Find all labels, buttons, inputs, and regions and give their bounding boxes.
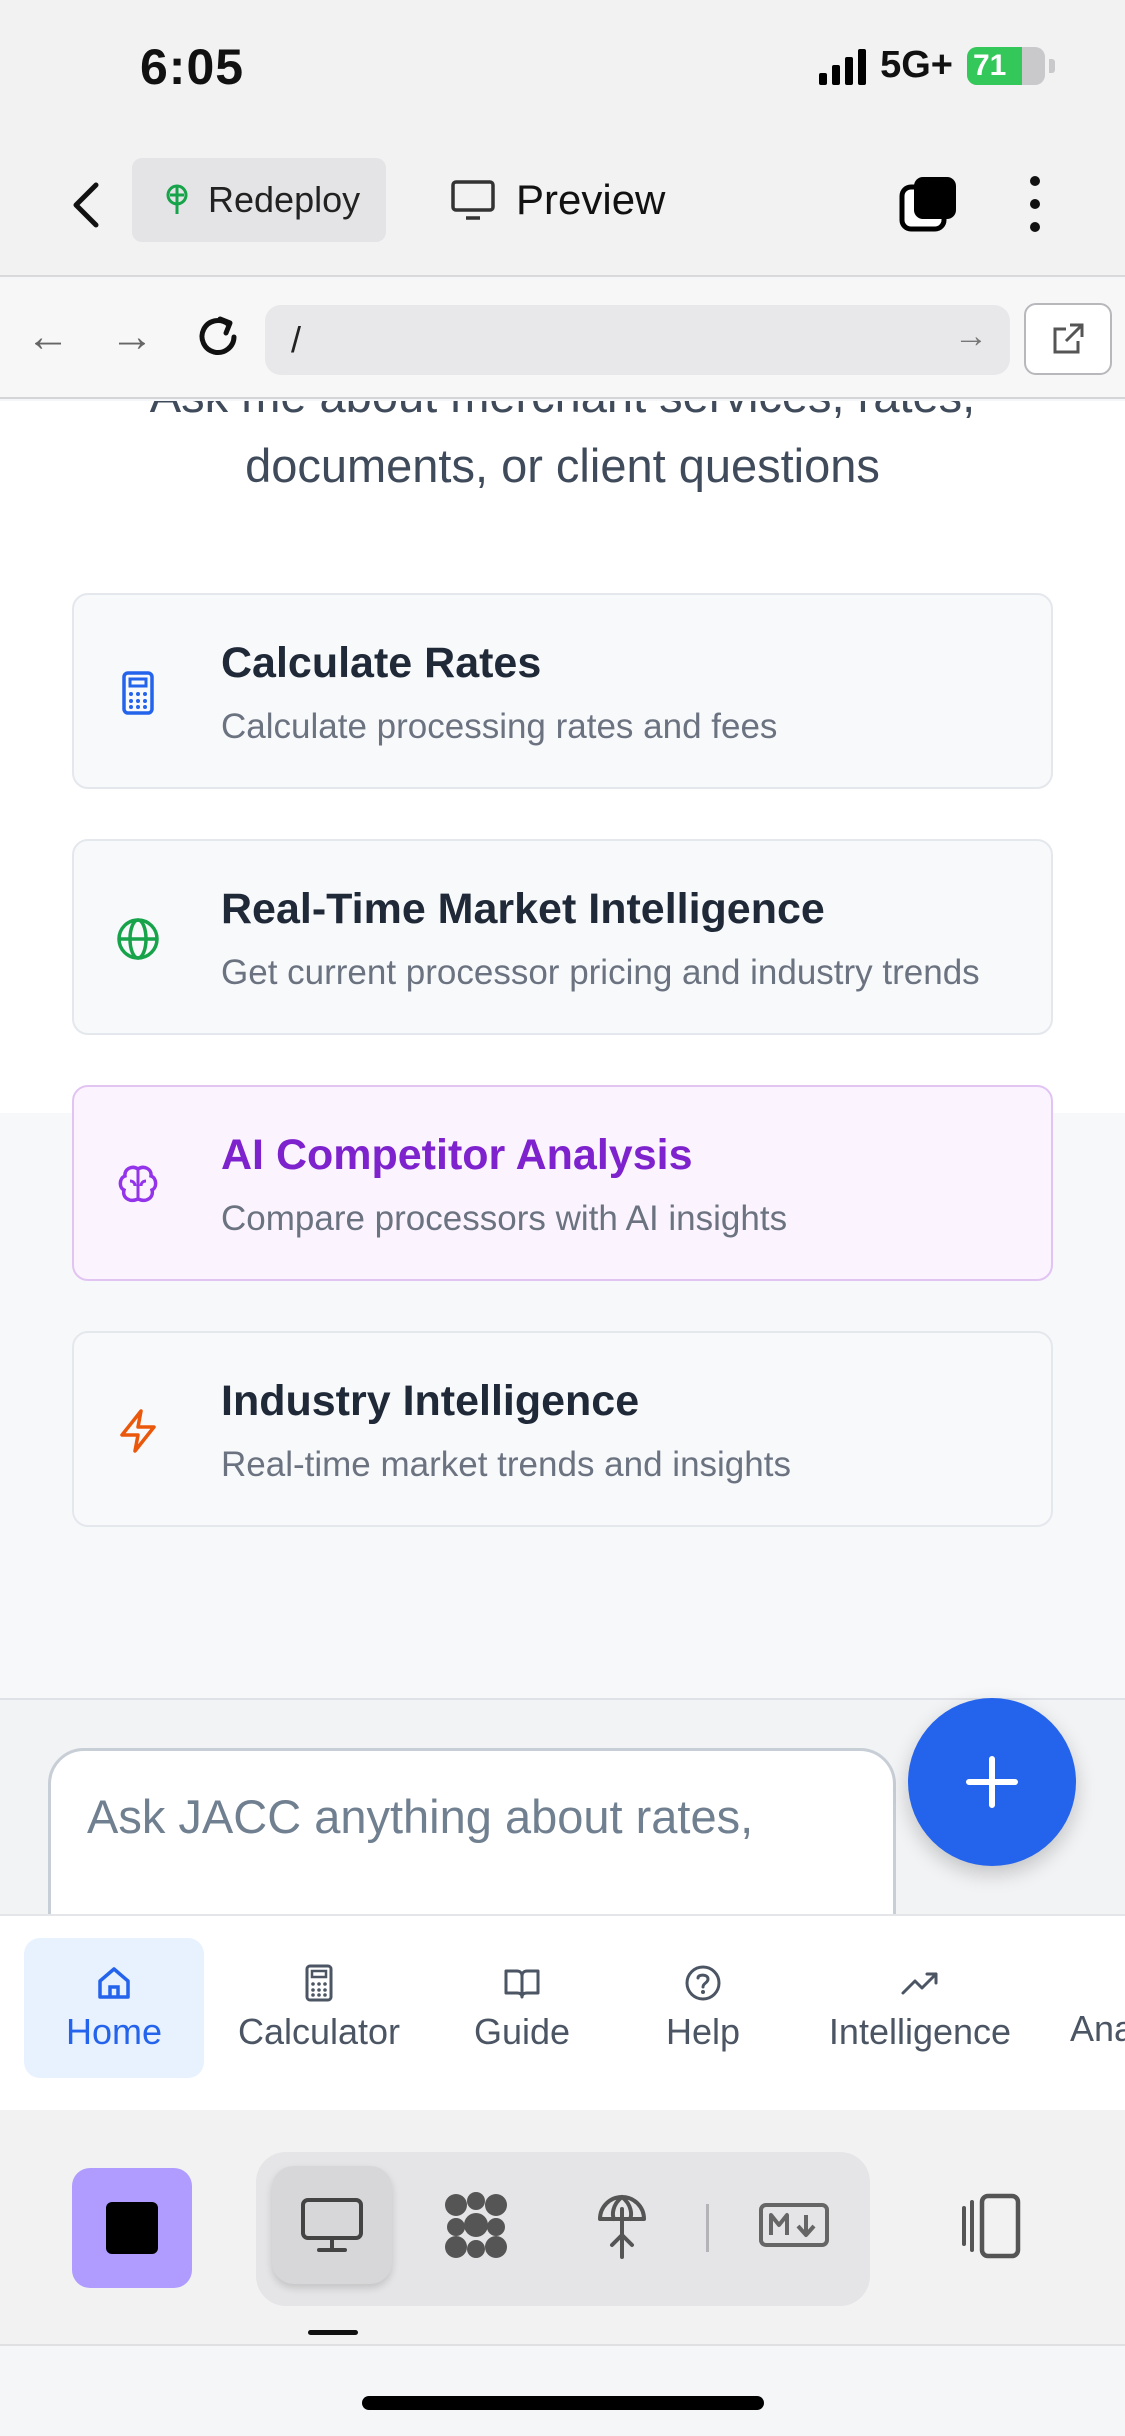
card-title: Calculate Rates [221,639,542,687]
nav-item-home[interactable]: Home [24,1938,204,2078]
card-market-intelligence[interactable]: Real-Time Market Intelligence Get curren… [72,839,1053,1035]
tool-preview-button[interactable] [272,2166,392,2284]
nav-item-intelligence[interactable]: Intelligence [810,1938,1030,2078]
url-text: / [291,319,302,360]
zap-icon [120,1409,156,1453]
stop-button[interactable] [72,2168,192,2288]
calculator-icon [122,671,154,715]
main-content: Ask me about merchant services, rates, d… [0,401,1125,1698]
browser-back-button[interactable]: ← [20,309,76,365]
signal-icon [819,47,867,85]
status-time: 6:05 [140,39,245,95]
tool-workspace-button[interactable] [416,2166,536,2284]
card-description: Real-time market trends and insights [221,1445,791,1484]
tool-deploy-button[interactable] [562,2166,682,2284]
card-description: Calculate processing rates and fees [221,707,778,746]
trending-up-icon [901,1972,938,1995]
card-description: Get current processor pricing and indust… [221,953,980,992]
tool-separator [706,2204,709,2252]
markdown-icon [759,2203,829,2247]
card-description: Compare processors with AI insights [221,1199,788,1238]
nav-item-guide[interactable]: Guide [452,1938,592,2078]
subtitle: documents, or client questions [245,439,880,492]
nav-label: Calculator [237,2011,401,2052]
bottom-nav: Home Calculator Guide Help Intelligence … [0,1914,1125,2110]
external-link-icon [1053,323,1084,354]
monitor-icon [301,2198,363,2252]
url-go-icon[interactable]: → [954,317,988,356]
active-tool-indicator [308,2330,358,2335]
subtitle-cut: Ask me about merchant services, rates, [0,401,1125,431]
plus-icon [966,1756,1018,1808]
card-calculate-rates[interactable]: Calculate Rates Calculate processing rat… [72,593,1053,789]
nav-label: Ana [1070,2008,1125,2049]
card-title: Industry Intelligence [221,1377,640,1425]
panel-toggle-icon[interactable] [950,2190,1030,2262]
url-input[interactable]: / → [265,305,1010,375]
browser-bar: ← → / → [0,279,1125,399]
card-title: Real-Time Market Intelligence [221,885,825,933]
redeploy-label: Redeploy [208,179,361,220]
deploy-icon [598,2195,646,2259]
battery-tip [1049,58,1055,73]
tool-group [256,2152,870,2306]
tool-markdown-button[interactable] [734,2166,854,2284]
help-circle-icon [685,1965,721,2001]
battery-percent: 71 [973,48,1007,82]
status-bar: 6:05 5G+ 71 [0,0,1125,135]
open-external-button[interactable] [1024,303,1112,375]
stop-icon [106,2202,158,2254]
redeploy-button[interactable]: Redeploy [132,158,386,242]
card-competitor-analysis[interactable]: AI Competitor Analysis Compare processor… [72,1085,1053,1281]
monitor-icon [451,180,495,220]
nav-item-help[interactable]: Help [638,1938,768,2078]
back-button[interactable] [62,175,112,235]
preview-button[interactable]: Preview [450,158,665,242]
browser-forward-button[interactable]: → [104,309,160,365]
nav-label: Intelligence [828,2011,1012,2052]
nav-label: Home [65,2011,163,2052]
home-indicator [362,2396,764,2410]
calculator-icon [305,1964,333,2002]
chevron-left-icon [73,182,99,228]
nav-label: Help [665,2011,741,2052]
status-indicators: 5G+ 71 [819,44,1055,87]
home-icon [98,1967,130,1999]
brain-icon [118,1165,158,1203]
workspace-icon [445,2192,507,2258]
globe-icon [117,918,159,960]
network-type: 5G+ [880,44,953,86]
tabs-icon[interactable] [898,173,960,235]
preview-label: Preview [516,176,666,223]
add-button[interactable] [908,1698,1076,1866]
nav-label: Guide [473,2011,571,2052]
nav-item-analytics[interactable]: Ana [1070,1938,1125,2078]
card-industry-intelligence[interactable]: Industry Intelligence Real-time market t… [72,1331,1053,1527]
battery-icon: 71 [967,46,1045,85]
deploy-icon [166,184,188,214]
more-icon[interactable] [1020,173,1050,235]
dev-toolbar [0,2110,1125,2346]
book-icon [504,1969,540,1999]
reload-icon[interactable] [190,309,246,365]
card-title: AI Competitor Analysis [221,1131,693,1179]
nav-item-calculator[interactable]: Calculator [220,1938,418,2078]
app-header: Redeploy Preview [0,135,1125,277]
